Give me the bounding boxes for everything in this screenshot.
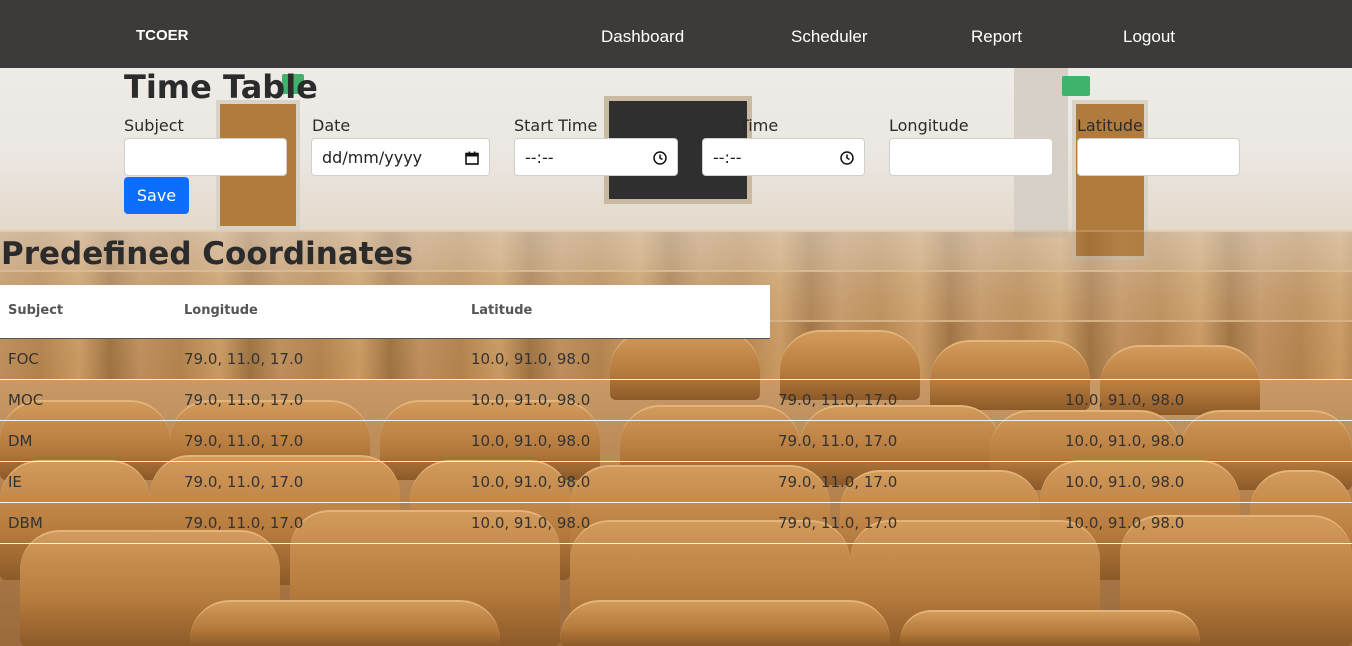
table-row: DBM 79.0, 11.0, 17.0 10.0, 91.0, 98.0 79… (0, 503, 1352, 544)
page-title: Time Table (124, 68, 318, 106)
cell-latitude-extra: 10.0, 91.0, 98.0 (1065, 391, 1185, 409)
cell-latitude-extra: 10.0, 91.0, 98.0 (1065, 514, 1185, 532)
cell-longitude: 79.0, 11.0, 17.0 (184, 473, 304, 491)
longitude-input[interactable] (889, 138, 1053, 176)
section-title: Predefined Coordinates (1, 236, 414, 272)
header-subject: Subject (8, 303, 64, 318)
cell-subject: DM (8, 432, 33, 450)
cell-latitude: 10.0, 91.0, 98.0 (471, 350, 591, 368)
cell-longitude-extra: 79.0, 11.0, 17.0 (778, 473, 898, 491)
end-time-input[interactable]: --:-- (702, 138, 865, 176)
main-content: Time Table Subject Date dd/mm/yyyy Start… (0, 0, 1352, 646)
cell-longitude-extra: 79.0, 11.0, 17.0 (778, 514, 898, 532)
cell-subject: MOC (8, 391, 44, 409)
cell-subject: IE (8, 473, 22, 491)
latitude-input[interactable] (1077, 138, 1240, 176)
brand-logo[interactable]: TCOER (136, 27, 189, 44)
start-time-label: Start Time (514, 116, 598, 135)
table-row: FOC 79.0, 11.0, 17.0 10.0, 91.0, 98.0 (0, 339, 1352, 380)
cell-latitude: 10.0, 91.0, 98.0 (471, 514, 591, 532)
subject-input[interactable] (124, 138, 287, 176)
start-time-placeholder: --:-- (525, 147, 554, 167)
cell-longitude: 79.0, 11.0, 17.0 (184, 514, 304, 532)
cell-latitude: 10.0, 91.0, 98.0 (471, 391, 591, 409)
cell-longitude: 79.0, 11.0, 17.0 (184, 350, 304, 368)
cell-latitude: 10.0, 91.0, 98.0 (471, 432, 591, 450)
longitude-label: Longitude (889, 116, 969, 135)
cell-longitude-extra: 79.0, 11.0, 17.0 (778, 391, 898, 409)
nav-scheduler[interactable]: Scheduler (791, 27, 868, 47)
calendar-icon[interactable] (465, 150, 479, 165)
table-row: IE 79.0, 11.0, 17.0 10.0, 91.0, 98.0 79.… (0, 462, 1352, 503)
cell-latitude: 10.0, 91.0, 98.0 (471, 473, 591, 491)
header-longitude: Longitude (184, 303, 258, 318)
end-time-placeholder: --:-- (713, 147, 742, 167)
cell-subject: FOC (8, 350, 39, 368)
cell-longitude-extra: 79.0, 11.0, 17.0 (778, 432, 898, 450)
start-time-input[interactable]: --:-- (514, 138, 678, 176)
top-navbar: TCOER Dashboard Scheduler Report Logout (0, 0, 1352, 68)
table-header: Subject Longitude Latitude (0, 285, 770, 339)
date-placeholder: dd/mm/yyyy (322, 147, 423, 167)
end-time-label: Time (739, 116, 779, 135)
nav-report[interactable]: Report (971, 27, 1022, 47)
nav-dashboard[interactable]: Dashboard (601, 27, 684, 47)
cell-latitude-extra: 10.0, 91.0, 98.0 (1065, 432, 1185, 450)
cell-subject: DBM (8, 514, 43, 532)
cell-longitude: 79.0, 11.0, 17.0 (184, 391, 304, 409)
date-label: Date (312, 116, 351, 135)
clock-icon[interactable] (653, 150, 667, 165)
header-latitude: Latitude (471, 303, 533, 318)
nav-logout[interactable]: Logout (1123, 27, 1175, 47)
latitude-label: Latitude (1077, 116, 1143, 135)
cell-latitude-extra: 10.0, 91.0, 98.0 (1065, 473, 1185, 491)
table-row: MOC 79.0, 11.0, 17.0 10.0, 91.0, 98.0 79… (0, 380, 1352, 421)
subject-label: Subject (124, 116, 184, 135)
date-input[interactable]: dd/mm/yyyy (311, 138, 490, 176)
clock-icon[interactable] (840, 150, 854, 165)
table-row: DM 79.0, 11.0, 17.0 10.0, 91.0, 98.0 79.… (0, 421, 1352, 462)
save-button[interactable]: Save (124, 177, 189, 214)
cell-longitude: 79.0, 11.0, 17.0 (184, 432, 304, 450)
